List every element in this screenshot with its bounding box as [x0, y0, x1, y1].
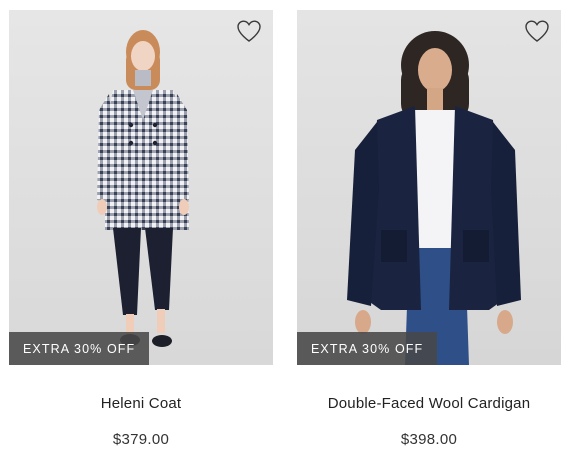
- heart-outline-icon: [525, 20, 549, 42]
- wishlist-button[interactable]: [523, 18, 551, 44]
- woman-in-gingham-coat-image: [9, 10, 273, 365]
- product-image[interactable]: EXTRA 30% OFF: [9, 10, 273, 365]
- product-name[interactable]: Double-Faced Wool Cardigan: [297, 395, 561, 412]
- product-name[interactable]: Heleni Coat: [9, 395, 273, 412]
- wishlist-button[interactable]: [235, 18, 263, 44]
- product-price: $398.00: [400, 431, 458, 448]
- product-card[interactable]: EXTRA 30% OFF Heleni Coat $379.00: [9, 10, 273, 448]
- woman-in-navy-cardigan-image: [297, 10, 561, 365]
- product-card[interactable]: EXTRA 30% OFF Double-Faced Wool Cardigan…: [297, 10, 561, 448]
- product-image[interactable]: EXTRA 30% OFF: [297, 10, 561, 365]
- product-price: $379.00: [112, 431, 170, 448]
- heart-outline-icon: [237, 20, 261, 42]
- promo-badge: EXTRA 30% OFF: [9, 332, 150, 365]
- promo-badge: EXTRA 30% OFF: [297, 332, 438, 365]
